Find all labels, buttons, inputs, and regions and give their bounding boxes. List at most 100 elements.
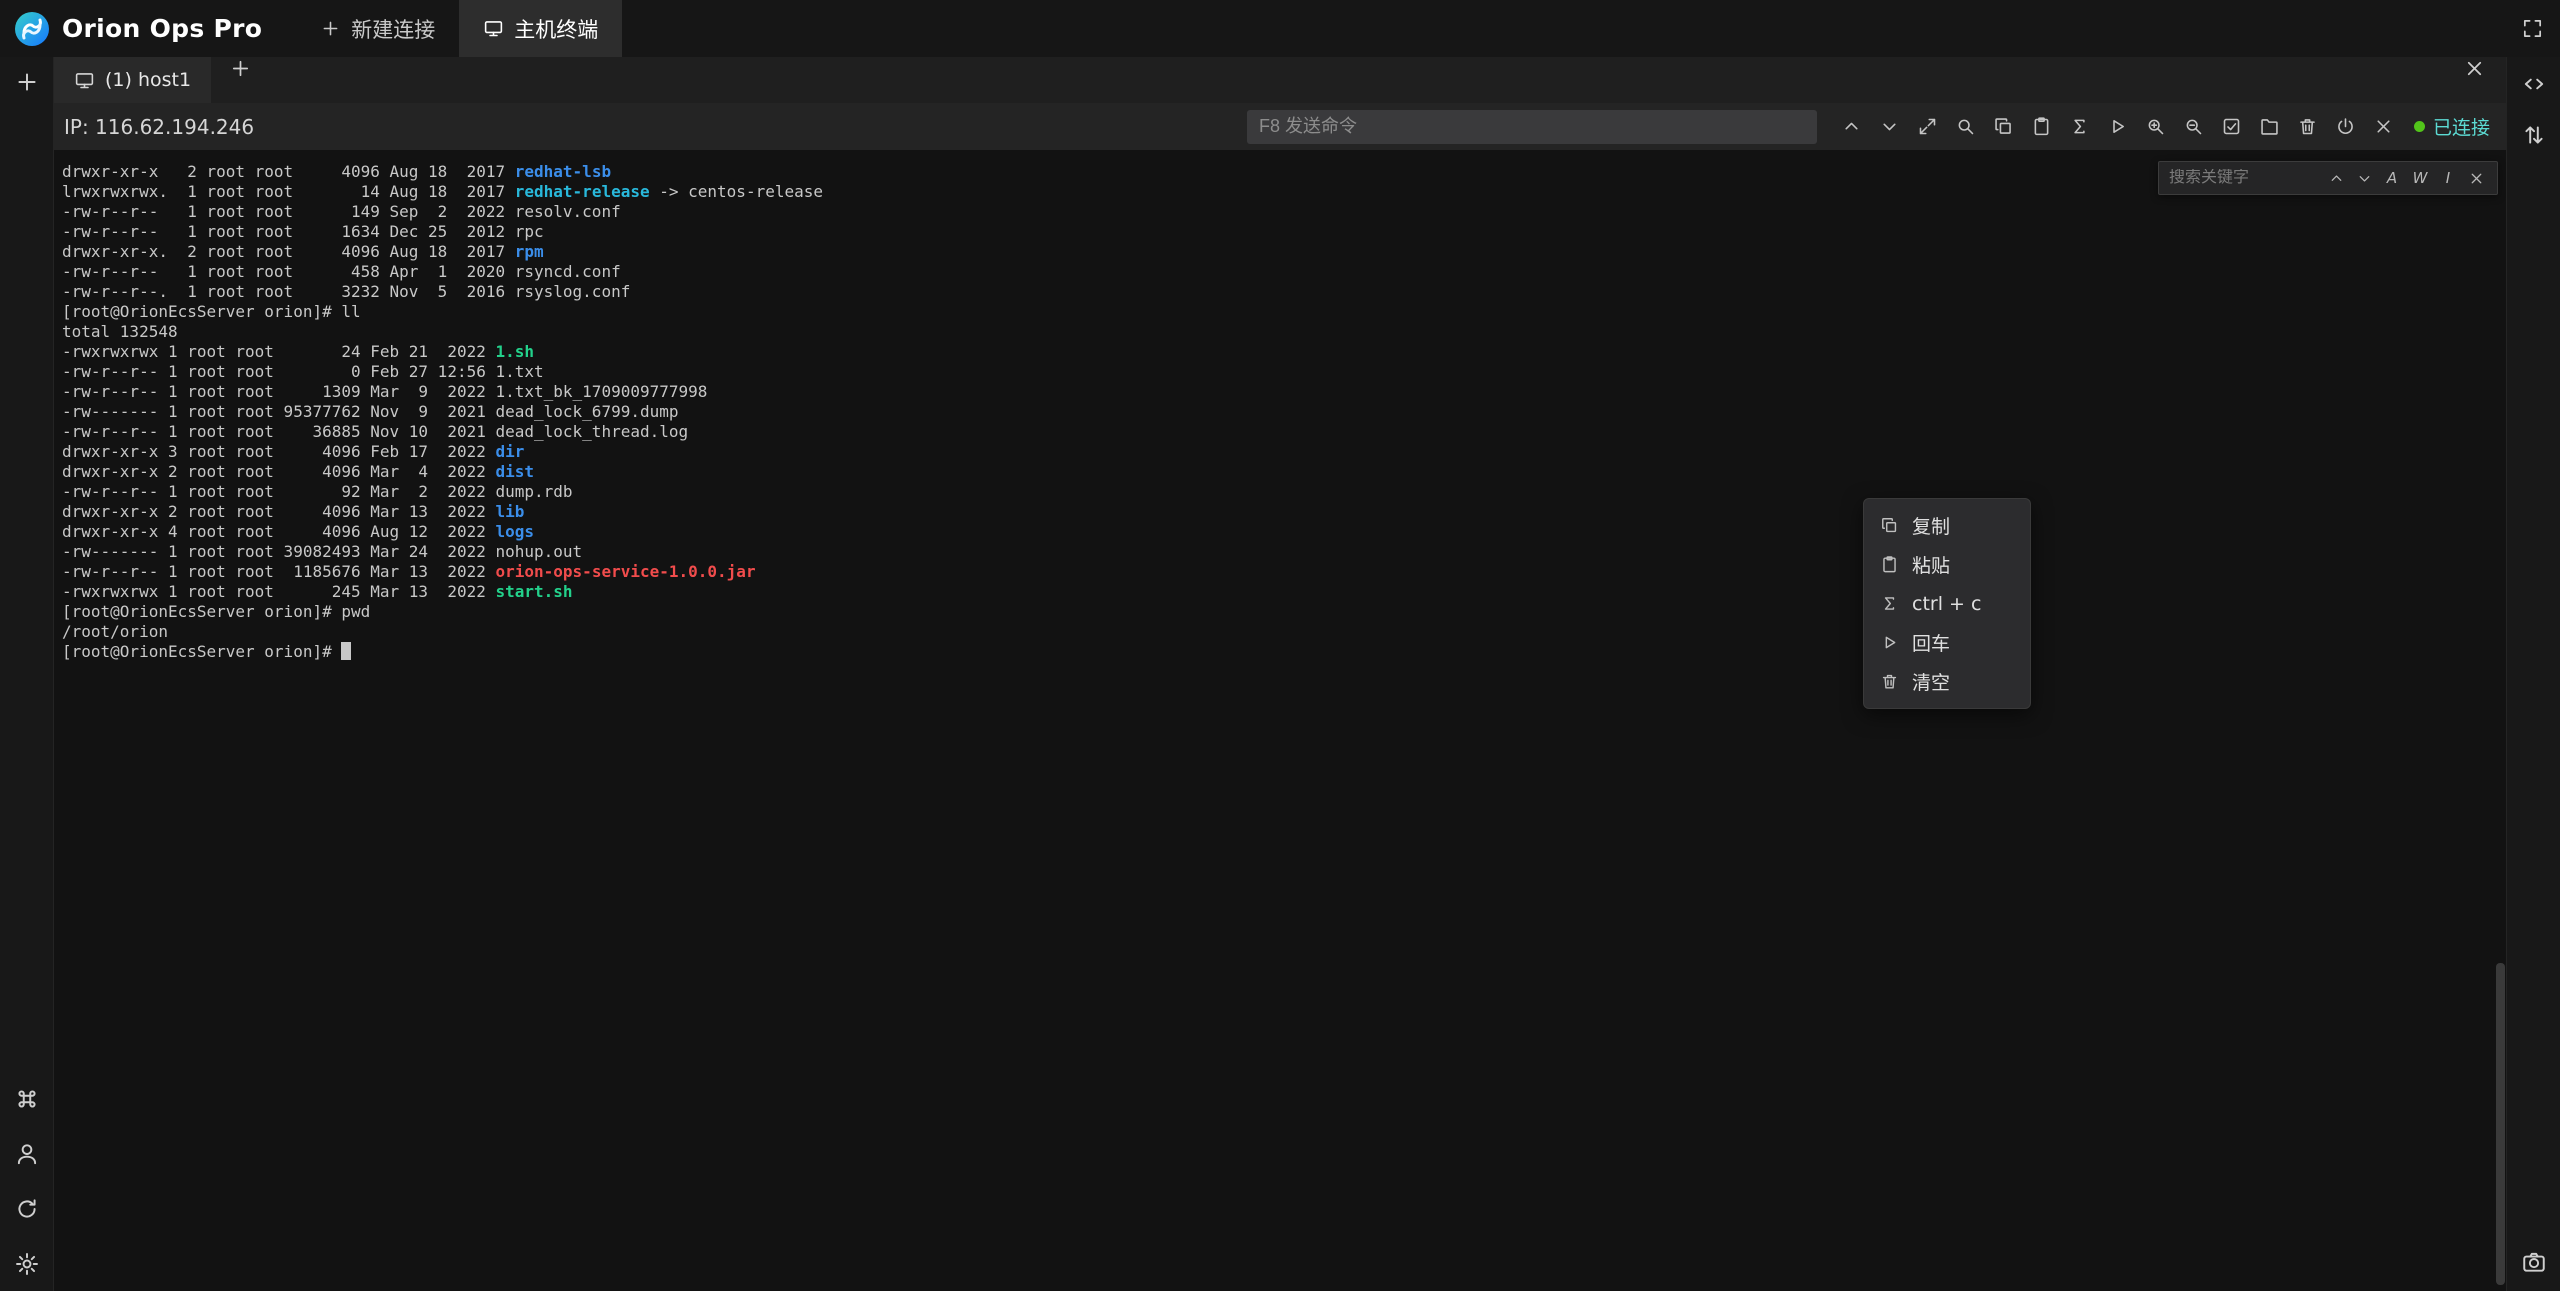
shortcut-keys-button[interactable] <box>14 1086 40 1112</box>
checkbox-icon <box>2221 116 2242 137</box>
terminal-line: [root@OrionEcsServer orion]# <box>62 642 2506 662</box>
menu-item-label: 主机终端 <box>514 14 598 44</box>
close-all-button[interactable] <box>2463 57 2486 80</box>
folder-button[interactable] <box>2259 116 2280 137</box>
connection-status: 已连接 <box>2414 113 2490 140</box>
play-button[interactable] <box>2107 116 2128 137</box>
fullscreen-button[interactable] <box>2521 17 2544 40</box>
menu-item-label: 新建连接 <box>351 14 435 44</box>
terminal-context-menu: 复制粘贴ctrl + c 回车清空 <box>1863 498 2031 709</box>
terminal-tab-bar: (1) host1 <box>54 57 2506 103</box>
folder-icon <box>2259 116 2280 137</box>
command-icon <box>14 1086 40 1112</box>
right-rail-bottom <box>2521 1249 2547 1291</box>
chevron-up-button[interactable] <box>1841 116 1862 137</box>
zoom-out-icon <box>2183 116 2204 137</box>
trash-button[interactable] <box>2297 116 2318 137</box>
close-icon <box>2468 170 2485 187</box>
context-menu-item-ctrl-c[interactable]: ctrl + c <box>1864 584 2030 623</box>
zoom-out-button[interactable] <box>2183 116 2204 137</box>
match-case-button[interactable]: A <box>2381 167 2403 189</box>
zoom-in-button[interactable] <box>2145 116 2166 137</box>
host-ip-label: IP: 116.62.194.246 <box>64 115 254 139</box>
close-button[interactable] <box>2373 116 2394 137</box>
context-menu-item-label: 清空 <box>1912 668 1950 695</box>
regex-button[interactable]: I <box>2437 167 2459 189</box>
context-menu-item-label: 复制 <box>1912 512 1950 539</box>
screenshot-button[interactable] <box>2521 1249 2547 1275</box>
swap-vertical-icon <box>2521 122 2547 148</box>
play-icon <box>2107 116 2128 137</box>
context-menu-item-paste[interactable]: 粘贴 <box>1864 545 2030 584</box>
terminal-line: [root@OrionEcsServer orion]# ll <box>62 302 2506 322</box>
context-menu-item-copy[interactable]: 复制 <box>1864 506 2030 545</box>
paste-icon <box>1880 555 1899 574</box>
user-button[interactable] <box>14 1141 40 1167</box>
whole-word-button[interactable]: W <box>2409 167 2431 189</box>
copy-icon <box>1880 516 1899 535</box>
right-rail-top <box>2521 71 2547 148</box>
left-rail <box>0 57 54 1291</box>
power-button[interactable] <box>2335 116 2356 137</box>
tab-label: (1) host1 <box>105 69 191 91</box>
terminal-line: -rw-r--r-- 1 root root 1309 Mar 9 2022 1… <box>62 382 2506 402</box>
search-icon <box>1955 116 1976 137</box>
add-tab-button[interactable] <box>229 57 252 80</box>
chevron-down-icon <box>2356 170 2373 187</box>
terminal-line: drwxr-xr-x 2 root root 4096 Aug 18 2017 … <box>62 162 2506 182</box>
menu-item-host-terminal[interactable]: 主机终端 <box>459 0 622 57</box>
checkbox-button[interactable] <box>2221 116 2242 137</box>
terminal-line: lrwxrwxrwx. 1 root root 14 Aug 18 2017 r… <box>62 182 2506 202</box>
terminal-line: -rw-r--r--. 1 root root 3232 Nov 5 2016 … <box>62 282 2506 302</box>
sync-button[interactable] <box>14 1196 40 1222</box>
chevron-up-icon <box>2328 170 2345 187</box>
context-menu-list: 复制粘贴ctrl + c 回车清空 <box>1864 506 2030 701</box>
send-command-input[interactable] <box>1247 110 1817 144</box>
copy-icon <box>1993 116 2014 137</box>
terminal-line: -rw-r--r-- 1 root root 149 Sep 2 2022 re… <box>62 202 2506 222</box>
terminal-line: -rw-r--r-- 1 root root 1634 Dec 25 2012 … <box>62 222 2506 242</box>
search-input[interactable] <box>2169 169 2319 187</box>
left-rail-top <box>14 69 40 95</box>
search-button[interactable] <box>1955 116 1976 137</box>
app-title: Orion Ops Pro <box>62 14 262 43</box>
chevron-down-button[interactable] <box>1879 116 1900 137</box>
settings-button[interactable] <box>14 1251 40 1277</box>
context-menu-item-clear[interactable]: 清空 <box>1864 662 2030 701</box>
expand-button[interactable] <box>1917 116 1938 137</box>
right-rail <box>2506 57 2560 1291</box>
terminal-screen[interactable]: drwxr-xr-x 2 root root 4096 Aug 18 2017 … <box>54 150 2506 1291</box>
terminal-toolbar: IP: 116.62.194.246 已连接 <box>54 103 2506 150</box>
expand-icon <box>1917 116 1938 137</box>
terminal-line: -rw------- 1 root root 95377762 Nov 9 20… <box>62 402 2506 422</box>
search-close-button[interactable] <box>2465 167 2487 189</box>
menu-item-new-connection[interactable]: 新建连接 <box>296 0 459 57</box>
swap-orientation-button[interactable] <box>2521 122 2547 148</box>
toolbar-icon-group <box>1841 116 2394 137</box>
copy-button[interactable] <box>1993 116 2014 137</box>
code-panel-button[interactable] <box>2521 71 2547 97</box>
terminal-line: drwxr-xr-x 2 root root 4096 Mar 13 2022 … <box>62 502 2506 522</box>
terminal-scrollbar[interactable] <box>2496 963 2505 1285</box>
terminal-line: -rw-r--r-- 1 root root 1185676 Mar 13 20… <box>62 562 2506 582</box>
trash-icon <box>2297 116 2318 137</box>
zoom-in-icon <box>2145 116 2166 137</box>
power-icon <box>2335 116 2356 137</box>
top-menu: 新建连接 主机终端 <box>296 0 622 57</box>
sigma-button[interactable] <box>2069 116 2090 137</box>
tab-host1[interactable]: (1) host1 <box>54 57 211 103</box>
plus-icon <box>14 69 40 95</box>
sigma-icon <box>1880 594 1899 613</box>
play-icon <box>1880 633 1899 652</box>
trash-icon <box>1880 672 1899 691</box>
paste-button[interactable] <box>2031 116 2052 137</box>
app-logo-icon <box>14 11 50 47</box>
search-buttons: AWI <box>2325 167 2487 189</box>
search-next-button[interactable] <box>2353 167 2375 189</box>
context-menu-item-enter[interactable]: 回车 <box>1864 623 2030 662</box>
search-prev-button[interactable] <box>2325 167 2347 189</box>
new-terminal-button[interactable] <box>14 69 40 95</box>
terminal-icon <box>483 18 504 39</box>
context-menu-item-label: 回车 <box>1912 629 1950 656</box>
user-icon <box>14 1141 40 1167</box>
